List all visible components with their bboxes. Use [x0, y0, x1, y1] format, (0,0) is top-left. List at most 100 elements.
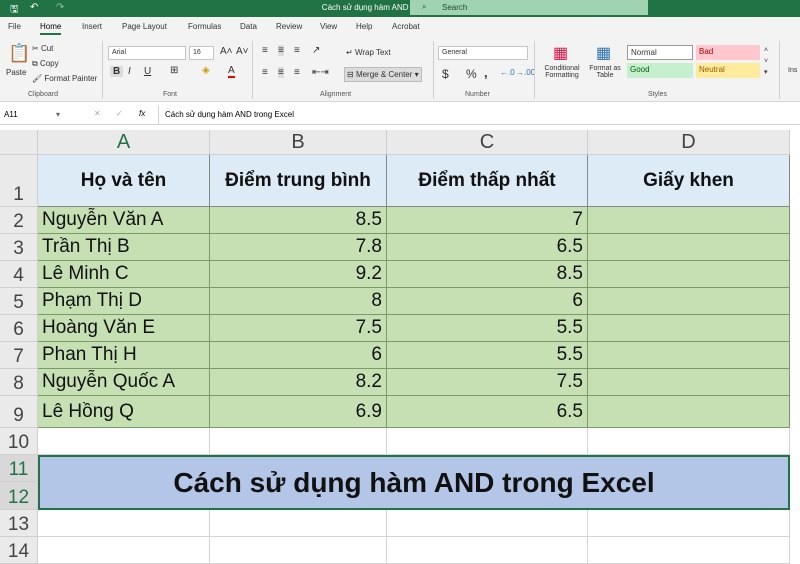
table-cell[interactable]: 6	[210, 342, 387, 369]
empty-cell[interactable]	[38, 510, 210, 537]
align-right-icon[interactable]: ≡	[294, 67, 300, 78]
row-header-7[interactable]: 7	[0, 342, 38, 369]
copy-button[interactable]: ⧉ Copy	[32, 59, 59, 69]
table-cell[interactable]: 8	[210, 288, 387, 315]
comma-button[interactable]: ,	[484, 65, 488, 80]
insert-function-button[interactable]: fx	[139, 109, 145, 118]
tab-view[interactable]: View	[320, 22, 337, 31]
table-cell[interactable]: Hoàng Văn E	[38, 315, 210, 342]
row-header-8[interactable]: 8	[0, 369, 38, 396]
header-cell-D[interactable]: Giấy khen	[588, 155, 790, 207]
row-header-3[interactable]: 3	[0, 234, 38, 261]
format-as-table-button[interactable]: Format as Table	[587, 65, 623, 79]
font-size-select[interactable]: 16	[189, 46, 214, 60]
row-header-4[interactable]: 4	[0, 261, 38, 288]
align-middle-icon[interactable]: ≡	[278, 45, 284, 56]
row-header-5[interactable]: 5	[0, 288, 38, 315]
name-box-dropdown-icon[interactable]: ▾	[56, 110, 60, 119]
select-all-corner[interactable]	[0, 130, 38, 155]
italic-button[interactable]: I	[128, 66, 131, 77]
tab-formulas[interactable]: Formulas	[188, 22, 221, 31]
row-header-14[interactable]: 14	[0, 537, 38, 564]
table-cell[interactable]	[588, 396, 790, 428]
align-bottom-icon[interactable]: ≡	[294, 45, 300, 56]
empty-cell[interactable]	[210, 510, 387, 537]
search-box[interactable]: ⌕ Search	[410, 0, 648, 15]
table-cell[interactable]: Phạm Thị D	[38, 288, 210, 315]
bold-button[interactable]: B	[110, 66, 124, 77]
table-cell[interactable]: 6.5	[387, 234, 588, 261]
wrap-text-button[interactable]: ↵ Wrap Text	[346, 48, 391, 57]
percent-button[interactable]: %	[466, 67, 477, 81]
tab-review[interactable]: Review	[276, 22, 302, 31]
header-cell-A[interactable]: Họ và tên	[38, 155, 210, 207]
font-name-select[interactable]: Arial	[108, 46, 186, 60]
row-header-9[interactable]: 9	[0, 396, 38, 428]
table-cell[interactable]: 7.5	[387, 369, 588, 396]
borders-icon[interactable]: ⊞	[170, 65, 178, 76]
table-cell[interactable]: 9.2	[210, 261, 387, 288]
header-cell-C[interactable]: Điểm thấp nhất	[387, 155, 588, 207]
style-normal[interactable]: Normal	[627, 45, 693, 60]
empty-cell[interactable]	[210, 428, 387, 455]
column-header-D[interactable]: D	[588, 130, 790, 155]
orientation-icon[interactable]: ↗	[312, 45, 320, 56]
conditional-formatting-icon[interactable]: ▦	[553, 43, 568, 63]
row-header-2[interactable]: 2	[0, 207, 38, 234]
table-cell[interactable]	[588, 288, 790, 315]
table-cell[interactable]: 8.5	[210, 207, 387, 234]
cut-button[interactable]: ✂ Cut	[32, 44, 53, 53]
style-neutral[interactable]: Neutral	[696, 63, 760, 78]
paste-icon[interactable]: 📋	[8, 43, 30, 64]
table-cell[interactable]: 8.2	[210, 369, 387, 396]
table-cell[interactable]: 7	[387, 207, 588, 234]
empty-cell[interactable]	[210, 537, 387, 564]
table-cell[interactable]: 5.5	[387, 315, 588, 342]
column-header-C[interactable]: C	[387, 130, 588, 155]
table-cell[interactable]: 6	[387, 288, 588, 315]
name-box[interactable]: A11	[4, 110, 62, 119]
insert-button[interactable]: Ins	[788, 67, 797, 74]
font-color-icon[interactable]: A	[228, 65, 235, 78]
table-cell[interactable]	[588, 369, 790, 396]
table-cell[interactable]: Phan Thị H	[38, 342, 210, 369]
number-format-select[interactable]: General	[438, 46, 528, 60]
styles-scroll-icon[interactable]: ˄ ˅ ▾	[764, 45, 768, 78]
formula-input[interactable]: Cách sử dụng hàm AND trong Excel	[158, 105, 800, 124]
tab-page-layout[interactable]: Page Layout	[122, 22, 167, 31]
tab-acrobat[interactable]: Acrobat	[392, 22, 420, 31]
table-cell[interactable]	[588, 261, 790, 288]
paste-button[interactable]: Paste	[6, 68, 26, 77]
cancel-icon[interactable]: ✕	[94, 109, 101, 118]
header-cell-B[interactable]: Điểm trung bình	[210, 155, 387, 207]
tab-insert[interactable]: Insert	[82, 22, 102, 31]
tab-data[interactable]: Data	[240, 22, 257, 31]
column-header-A[interactable]: A	[38, 130, 210, 155]
empty-cell[interactable]	[588, 510, 790, 537]
increase-decimal-icon[interactable]: ←.0	[500, 68, 515, 77]
empty-cell[interactable]	[387, 510, 588, 537]
row-header-10[interactable]: 10	[0, 428, 38, 455]
table-cell[interactable]: Nguyễn Quốc A	[38, 369, 210, 396]
align-center-icon[interactable]: ≡	[278, 67, 284, 78]
enter-icon[interactable]: ✓	[116, 109, 123, 118]
empty-cell[interactable]	[38, 537, 210, 564]
column-header-B[interactable]: B	[210, 130, 387, 155]
table-cell[interactable]: Nguyễn Văn A	[38, 207, 210, 234]
shrink-font-icon[interactable]: A˅	[236, 46, 249, 57]
empty-cell[interactable]	[387, 537, 588, 564]
table-cell[interactable]: Lê Hồng Q	[38, 396, 210, 428]
grow-font-icon[interactable]: A˄	[220, 46, 233, 57]
table-cell[interactable]: 7.5	[210, 315, 387, 342]
table-cell[interactable]: 5.5	[387, 342, 588, 369]
currency-button[interactable]: $	[442, 67, 449, 81]
empty-cell[interactable]	[387, 428, 588, 455]
table-cell[interactable]: 6.5	[387, 396, 588, 428]
decrease-decimal-icon[interactable]: →.00	[516, 68, 535, 77]
merge-center-button[interactable]: ⊟ Merge & Center ▾	[344, 67, 422, 82]
table-cell[interactable]: 7.8	[210, 234, 387, 261]
empty-cell[interactable]	[38, 428, 210, 455]
row-header-13[interactable]: 13	[0, 510, 38, 537]
merged-title-cell[interactable]: Cách sử dụng hàm AND trong Excel	[38, 455, 790, 510]
conditional-formatting-button[interactable]: Conditional Formatting	[540, 65, 584, 79]
